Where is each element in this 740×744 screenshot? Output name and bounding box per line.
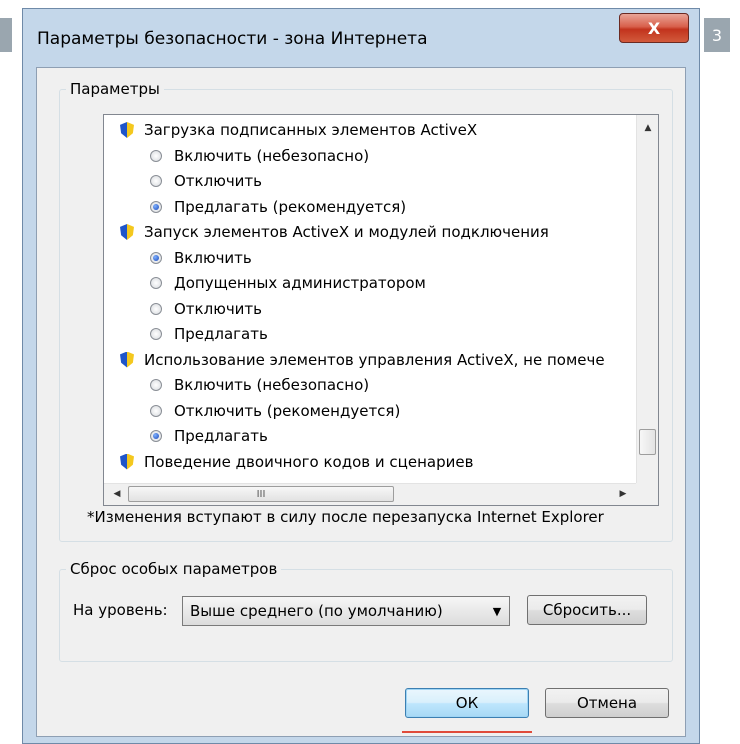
radio-unchecked-icon[interactable]	[150, 404, 162, 417]
close-icon: X	[647, 18, 661, 38]
settings-option[interactable]: Отключить	[150, 168, 262, 194]
settings-option[interactable]: Включить (небезопасно)	[150, 143, 369, 169]
radio-unchecked-icon[interactable]	[150, 379, 162, 391]
close-button[interactable]: X	[619, 13, 689, 43]
vertical-scroll-thumb[interactable]	[639, 429, 656, 455]
scroll-right-icon[interactable]: ▶	[616, 487, 630, 501]
radio-unchecked-icon[interactable]	[150, 302, 162, 315]
settings-list-viewport: Загрузка подписанных элементов ActiveX Вк…	[104, 115, 636, 483]
settings-item-label: Включить (небезопасно)	[174, 146, 370, 165]
settings-item-label: Предлагать	[174, 325, 268, 343]
settings-item-label: Предлагать (рекомендуется)	[174, 197, 407, 216]
settings-item-label: Отключить	[174, 172, 263, 190]
scroll-grip-icon: III	[256, 488, 266, 500]
settings-item-label: Включить	[174, 248, 252, 267]
settings-option[interactable]: Отключить (рекомендуется)	[150, 398, 400, 424]
dialog-title: Параметры безопасности - зона Интернета	[37, 29, 428, 49]
settings-item-label: Запуск элементов ActiveX и модулей подкл…	[144, 223, 549, 241]
radio-checked-icon[interactable]	[150, 251, 162, 264]
params-legend: Параметры	[70, 80, 160, 98]
title-bar[interactable]: Параметры безопасности - зона Интернета …	[23, 9, 699, 67]
shield-icon	[120, 122, 134, 138]
shield-icon	[120, 453, 134, 470]
settings-item-label: Отключить (рекомендуется)	[174, 401, 401, 420]
settings-option[interactable]: Отключить	[150, 296, 262, 322]
focus-underline	[402, 731, 532, 733]
settings-list[interactable]: Загрузка подписанных элементов ActiveX Вк…	[103, 114, 659, 506]
settings-item-label: Загрузка подписанных элементов ActiveX	[144, 121, 478, 139]
scrollbar-corner	[636, 483, 658, 505]
chevron-down-icon: ▼	[492, 604, 502, 618]
settings-category[interactable]: Загрузка подписанных элементов ActiveX	[120, 117, 477, 143]
reset-button[interactable]: Сбросить...	[527, 595, 647, 625]
dialog-client-area: Параметры Загрузка подписанных элементов…	[36, 67, 686, 737]
shield-icon	[120, 224, 134, 240]
settings-item-label: Использование элементов управления Activ…	[144, 350, 605, 369]
radio-unchecked-icon[interactable]	[150, 149, 162, 162]
settings-option[interactable]: Допущенных администратором	[150, 270, 426, 296]
vertical-scrollbar[interactable]: ▲	[636, 115, 658, 483]
radio-unchecked-icon[interactable]	[150, 277, 162, 289]
radio-checked-icon[interactable]	[150, 430, 162, 442]
settings-option[interactable]: Предлагать	[150, 321, 268, 347]
security-settings-dialog: Параметры безопасности - зона Интернета …	[22, 8, 700, 744]
scroll-left-icon[interactable]: ◀	[110, 487, 124, 501]
settings-item-label: Поведение двоичного кодов и сценариев	[144, 452, 474, 471]
restart-note: *Изменения вступают в силу после перезап…	[87, 508, 604, 526]
level-label: На уровень:	[73, 601, 168, 619]
step-number-badge: 3	[704, 18, 730, 52]
level-dropdown-value: Выше среднего (по умолчанию)	[190, 602, 443, 620]
settings-option[interactable]: Включить (небезопасно)	[150, 372, 369, 398]
settings-option[interactable]: Предлагать	[150, 423, 268, 449]
settings-category[interactable]: Запуск элементов ActiveX и модулей подкл…	[120, 219, 549, 245]
settings-item-label: Включить (небезопасно)	[174, 376, 370, 394]
settings-option[interactable]: Предлагать (рекомендуется)	[150, 194, 406, 220]
radio-unchecked-icon[interactable]	[150, 175, 162, 187]
settings-item-label: Отключить	[174, 299, 263, 318]
level-dropdown[interactable]: Выше среднего (по умолчанию) ▼	[182, 596, 510, 626]
radio-unchecked-icon[interactable]	[150, 328, 162, 340]
horizontal-scroll-thumb[interactable]: III	[128, 486, 394, 502]
settings-category[interactable]: Использование элементов управления Activ…	[120, 347, 605, 373]
shield-icon	[120, 351, 134, 368]
reset-legend: Сброс особых параметров	[70, 560, 278, 578]
settings-category[interactable]: Поведение двоичного кодов и сценариев	[120, 449, 473, 475]
horizontal-scrollbar[interactable]: ◀ III ▶	[104, 483, 636, 505]
scroll-up-icon[interactable]: ▲	[641, 121, 655, 135]
ok-button[interactable]: ОК	[405, 688, 529, 718]
settings-item-label: Предлагать	[174, 427, 268, 445]
settings-option[interactable]: Включить	[150, 245, 252, 271]
settings-item-label: Допущенных администратором	[174, 274, 426, 292]
radio-checked-icon[interactable]	[150, 200, 162, 213]
left-side-badge	[0, 18, 12, 52]
cancel-button[interactable]: Отмена	[545, 688, 669, 718]
